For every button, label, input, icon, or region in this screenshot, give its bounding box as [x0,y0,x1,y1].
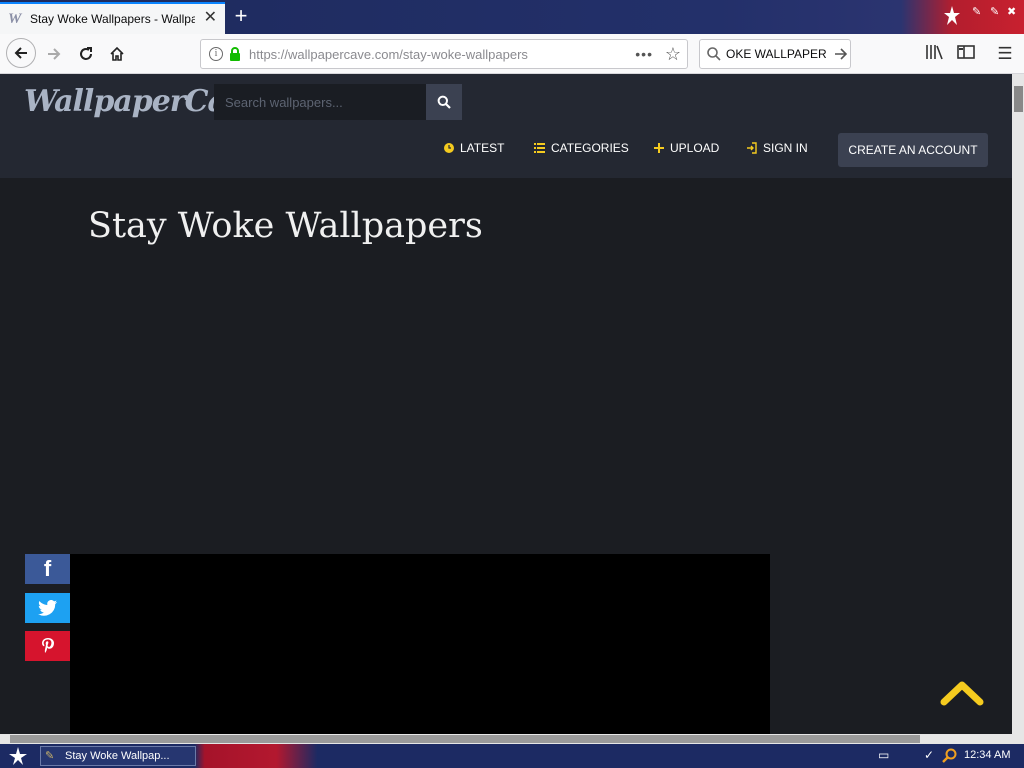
magnifier-icon [437,95,451,109]
reload-button[interactable] [72,40,100,68]
sign-in-icon [747,142,757,154]
scroll-to-top-chevron-icon[interactable] [940,678,984,708]
tab-active[interactable]: W Stay Woke Wallpapers - Wallpaper ✕ [0,2,225,34]
page-viewport: WallpaperCave LATEST CATEGORIES UPLOAD S… [0,74,1012,734]
horizontal-scroll-thumb[interactable] [10,735,920,743]
site-search-input[interactable] [214,84,426,120]
plus-icon [654,143,664,153]
network-tray-icon[interactable]: ✓ [924,748,934,762]
menu-hamburger-icon[interactable]: ☰ [995,44,1015,64]
sidebar-toggle-icon[interactable] [956,44,976,64]
tab-strip: W Stay Woke Wallpapers - Wallpaper ✕ + ✎… [0,0,1024,34]
vertical-scroll-thumb[interactable] [1014,86,1023,112]
home-icon [110,46,124,61]
twitter-share-button[interactable] [25,593,70,623]
taskbar-window-button[interactable]: ✎ Stay Woke Wallpap... [40,746,196,766]
nav-categories-label: CATEGORIES [551,141,629,155]
nav-upload[interactable]: UPLOAD [654,141,719,155]
browser-search-field[interactable]: OKE WALLPAPER [699,39,851,69]
keyboard-tray-icon[interactable]: ▭ [878,748,889,762]
site-info-icon[interactable]: i [209,47,223,61]
page-actions-icon[interactable]: ••• [635,46,653,62]
close-tab-icon[interactable]: ✕ [204,10,217,26]
site-favicon: W [8,11,22,27]
new-tab-button[interactable]: + [230,5,252,28]
twitter-icon [37,600,57,616]
home-button[interactable] [103,40,131,68]
site-header: WallpaperCave LATEST CATEGORIES UPLOAD S… [0,74,1012,178]
horizontal-scrollbar[interactable] [0,734,1024,744]
list-icon [534,143,545,153]
nav-sign-in-label: SIGN IN [763,141,808,155]
site-search-button[interactable] [426,84,462,120]
clock-icon [444,143,454,153]
maximize-icon[interactable]: ✎ [990,5,999,18]
pinterest-share-button[interactable] [25,631,70,661]
library-icon[interactable] [924,44,944,64]
nav-latest-label: LATEST [460,141,505,155]
star-logo-icon [944,6,960,25]
facebook-icon: f [43,556,52,581]
site-search-form [214,84,462,120]
pinterest-icon [41,638,54,653]
url-path: /stay-woke-wallpapers [399,46,528,62]
back-arrow-icon [14,47,27,59]
close-window-icon[interactable]: ✖ [1007,5,1016,18]
nav-toolbar: i https://wallpapercave.com/stay-woke-wa… [0,34,1024,74]
minimize-icon[interactable]: ✎ [972,5,981,18]
forward-arrow-icon [48,48,61,60]
start-star-icon[interactable] [8,746,28,766]
back-button[interactable] [6,38,36,68]
bookmark-star-icon[interactable]: ☆ [665,44,681,65]
taskbar-clock: 12:34 AM [964,749,1011,761]
search-go-arrow-icon[interactable] [833,46,849,62]
nav-categories[interactable]: CATEGORIES [534,141,629,155]
browser-search-value: OKE WALLPAPER [726,47,827,61]
nav-latest[interactable]: LATEST [444,141,504,155]
search-icon [707,47,721,61]
tab-title: Stay Woke Wallpapers - Wallpaper [30,12,195,26]
page-title: Stay Woke Wallpapers [88,206,483,246]
address-bar[interactable]: i https://wallpapercave.com/stay-woke-wa… [200,39,688,69]
reload-icon [80,47,92,60]
facebook-share-button[interactable]: f [25,554,70,584]
vertical-scrollbar[interactable] [1012,74,1024,734]
lock-icon [230,47,240,61]
url-host: https://wallpapercave.com [249,46,400,62]
os-taskbar: ✎ Stay Woke Wallpap... ▭ ✓ 12:34 AM [0,744,1024,768]
window-app-icon: ✎ [45,750,55,762]
ad-placeholder [70,554,770,734]
search-tray-icon[interactable] [942,748,958,764]
url-text: https://wallpapercave.com/stay-woke-wall… [249,47,528,62]
nav-sign-in[interactable]: SIGN IN [747,141,808,155]
forward-button[interactable] [40,40,68,68]
nav-upload-label: UPLOAD [670,141,720,155]
create-account-button[interactable]: CREATE AN ACCOUNT [838,133,988,167]
taskbar-window-label: Stay Woke Wallpap... [65,750,170,762]
